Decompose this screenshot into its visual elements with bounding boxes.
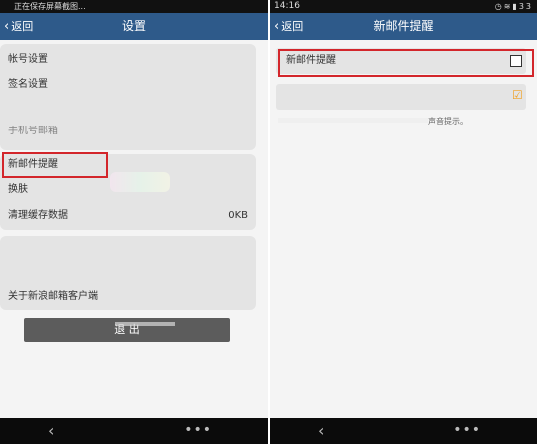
checked-icon[interactable]: ☑ bbox=[512, 88, 523, 102]
title-bar: ‹ 返回 新邮件提醒 bbox=[270, 13, 537, 40]
new-mail-alert-screen: 14:16 ◷≋▮33 ‹ 返回 新邮件提醒 新邮件提醒 ☑ ‹ ••• bbox=[270, 0, 537, 444]
setting-about[interactable]: 关于新浪邮箱客户端 bbox=[8, 288, 248, 306]
title-bar: ‹ 返回 设置 bbox=[0, 13, 268, 40]
setting-phone-email[interactable]: 手机号邮箱 bbox=[8, 126, 248, 136]
settings-screen: 正在保存屏幕截图... ‹ 返回 设置 帐号设置 签名设置 手机号邮箱 新邮件提醒… bbox=[0, 0, 268, 444]
setting-account[interactable]: 帐号设置 bbox=[8, 51, 248, 69]
cache-size: 0KB bbox=[228, 210, 248, 221]
system-nav-bar: ‹ ••• bbox=[270, 418, 537, 444]
screenshot-notice: 正在保存屏幕截图... bbox=[14, 2, 86, 11]
settings-group-about: 关于新浪邮箱客户端 bbox=[0, 236, 256, 310]
sound-hint-text: 声音提示。 bbox=[428, 117, 468, 126]
alarm-icon: ◷ bbox=[494, 2, 504, 11]
highlight-box bbox=[278, 49, 534, 77]
nav-more-icon[interactable]: ••• bbox=[453, 418, 481, 442]
status-bar: 正在保存屏幕截图... bbox=[0, 0, 268, 13]
nav-back-icon[interactable]: ‹ bbox=[318, 420, 324, 442]
battery-level: 33 bbox=[518, 2, 533, 11]
status-bar: 14:16 ◷≋▮33 bbox=[270, 0, 537, 13]
settings-group-account: 帐号设置 签名设置 手机号邮箱 bbox=[0, 44, 256, 150]
status-icons: ◷≋▮33 bbox=[495, 0, 533, 13]
blurred-area bbox=[115, 322, 175, 326]
nav-back-icon[interactable]: ‹ bbox=[48, 420, 54, 442]
blurred-area bbox=[110, 172, 170, 192]
page-title: 设置 bbox=[121, 19, 146, 33]
clear-cache-label: 清理缓存数据 bbox=[8, 210, 68, 221]
blurred-area bbox=[278, 118, 428, 123]
highlight-box bbox=[2, 152, 108, 178]
setting-clear-cache[interactable]: 清理缓存数据 0KB bbox=[8, 207, 248, 225]
setting-signature[interactable]: 签名设置 bbox=[8, 76, 248, 94]
system-nav-bar: ‹ ••• bbox=[0, 418, 268, 444]
nav-more-icon[interactable]: ••• bbox=[184, 418, 212, 442]
sound-alert-row[interactable]: ☑ bbox=[276, 84, 526, 110]
page-title: 新邮件提醒 bbox=[373, 19, 434, 33]
status-time: 14:16 bbox=[274, 1, 300, 11]
